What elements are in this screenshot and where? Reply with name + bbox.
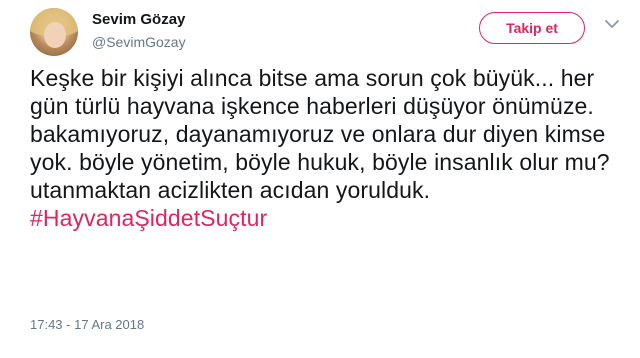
hashtag-link[interactable]: #HayvanaŞiddetSuçtur	[30, 205, 267, 231]
chevron-down-icon[interactable]	[604, 16, 620, 32]
user-names[interactable]: Sevim Gözay @SevimGozay	[92, 10, 186, 52]
tweet-body: Keşke bir kişiyi alınca bitse ama sorun …	[30, 65, 610, 203]
tweet-card: Sevim Gözay @SevimGozay Takip et Keşke b…	[0, 0, 640, 358]
user-handle[interactable]: @SevimGozay	[92, 32, 186, 52]
avatar-face	[44, 22, 66, 48]
display-name[interactable]: Sevim Gözay	[92, 10, 186, 30]
tweet-timestamp[interactable]: 17:43 - 17 Ara 2018	[30, 317, 144, 332]
tweet-header: Sevim Gözay @SevimGozay Takip et	[30, 8, 620, 58]
tweet-text: Keşke bir kişiyi alınca bitse ama sorun …	[30, 64, 620, 232]
chevron-down-icon-svg	[605, 20, 619, 28]
follow-button[interactable]: Takip et	[479, 12, 585, 44]
avatar[interactable]	[30, 8, 78, 56]
